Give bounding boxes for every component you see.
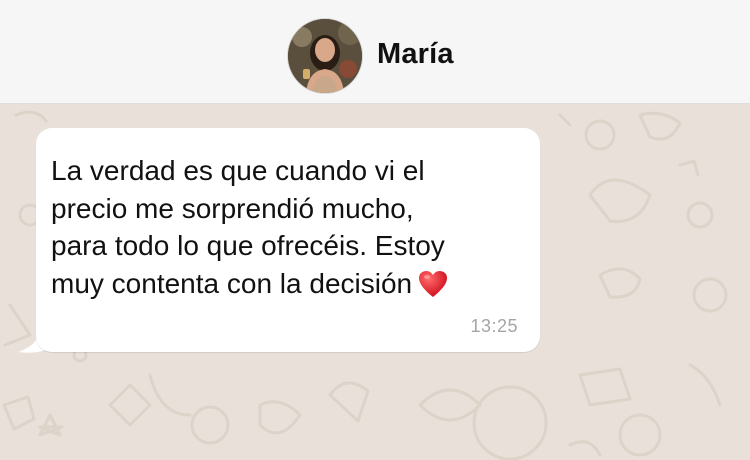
- message-timestamp: 13:25: [470, 316, 518, 336]
- chat-area: La verdad es que cuando vi el precio me …: [0, 105, 750, 460]
- contact-avatar[interactable]: [288, 19, 362, 93]
- red-heart-icon: [418, 270, 448, 298]
- contact-name[interactable]: María: [377, 38, 454, 71]
- message-text: La verdad es que cuando vi el precio me …: [51, 152, 531, 302]
- message-body: La verdad es que cuando vi el precio me …: [51, 155, 445, 299]
- chat-header: María: [0, 0, 750, 104]
- incoming-message-bubble[interactable]: La verdad es que cuando vi el precio me …: [36, 128, 540, 352]
- avatar-photo: [288, 19, 362, 93]
